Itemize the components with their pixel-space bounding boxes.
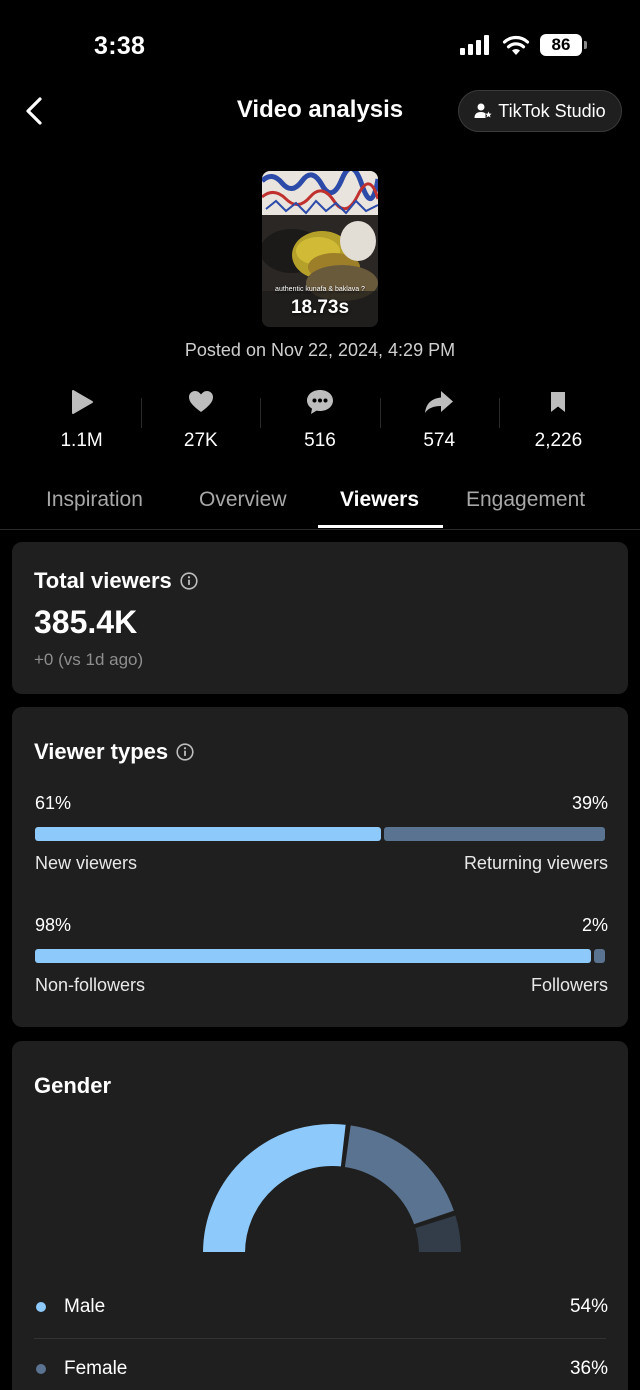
returning-viewers-pct: 39%: [571, 793, 608, 813]
female-label: Female: [64, 1358, 128, 1379]
stat-saves-value: 2,226: [534, 430, 583, 451]
user-star-icon: [474, 103, 492, 118]
signal-icon: [460, 35, 489, 55]
female-color-dot: [36, 1364, 46, 1374]
tiktok-studio-button[interactable]: TikTok Studio: [458, 90, 622, 132]
legend-item-male: Male 54%: [34, 1288, 608, 1328]
gender-slice-male: [200, 1122, 348, 1254]
tab-bar: Inspiration Overview Viewers Engagement: [0, 474, 640, 530]
non-followers-pct: 98%: [35, 915, 72, 935]
gender-donut-chart: [200, 1122, 464, 1254]
total-viewers-label: Total viewers: [34, 568, 172, 593]
gender-card: Gender Male 54% Female 36%: [12, 1041, 628, 1390]
header: Video analysis TikTok Studio: [0, 84, 640, 138]
new-viewers-label: New viewers: [35, 853, 138, 873]
total-viewers-change: +0 (vs 1d ago): [34, 650, 144, 669]
viewer-types-title: Viewer types: [34, 739, 194, 765]
total-viewers-title: Total viewers: [34, 568, 198, 594]
stat-shares: 574: [379, 384, 499, 464]
viewer-split-track: [35, 949, 605, 963]
active-tab-indicator: [318, 525, 443, 528]
studio-button-label: TikTok Studio: [498, 100, 606, 121]
info-icon[interactable]: [176, 743, 194, 761]
tab-overview[interactable]: Overview: [199, 488, 287, 512]
gender-title: Gender: [34, 1073, 112, 1098]
wifi-icon: [502, 35, 530, 55]
new-viewers-pct: 61%: [35, 793, 72, 813]
status-time: 3:38: [94, 32, 146, 60]
female-pct: 36%: [569, 1358, 608, 1379]
followers-bar-segment: [593, 949, 605, 963]
total-viewers-card: Total viewers 385.4K +0 (vs 1d ago): [12, 542, 628, 694]
battery-level: 86: [551, 35, 571, 54]
total-viewers-value: 385.4K: [34, 604, 138, 640]
stat-saves: 2,226: [498, 384, 618, 464]
stats-row: 1.1M 27K 516 574 2,226: [22, 384, 618, 464]
followers-label: Followers: [530, 975, 608, 995]
comment-icon: [307, 390, 333, 414]
male-pct: 54%: [569, 1296, 608, 1317]
returning-viewers-label: Returning viewers: [463, 853, 608, 873]
play-icon: [71, 390, 93, 414]
male-label: Male: [64, 1296, 106, 1317]
stat-views: 1.1M: [22, 384, 141, 464]
viewer-types-card: Viewer types 61% 39% New viewers Returni…: [12, 707, 628, 1027]
info-icon[interactable]: [180, 572, 198, 590]
video-thumbnail[interactable]: authentic kunafa & baklava ? 18.73s: [262, 171, 378, 327]
share-icon: [425, 391, 454, 413]
legend-item-female: Female 36%: [34, 1350, 608, 1390]
stat-comments-value: 516: [304, 430, 336, 451]
video-duration: 18.73s: [290, 297, 350, 318]
stat-views-value: 1.1M: [60, 430, 103, 451]
tab-engagement[interactable]: Engagement: [466, 488, 585, 512]
thumbnail-caption: authentic kunafa & baklava ?: [275, 286, 365, 293]
non-followers-bar-segment: [35, 949, 591, 963]
new-viewers-bar-segment: [35, 827, 381, 841]
stat-likes: 27K: [141, 384, 260, 464]
bookmark-icon: [551, 392, 566, 412]
followers-pct: 2%: [581, 915, 608, 935]
stat-shares-value: 574: [423, 430, 456, 451]
viewer-types-label: Viewer types: [34, 739, 169, 764]
tab-inspiration[interactable]: Inspiration: [46, 488, 143, 512]
stat-likes-value: 27K: [183, 430, 218, 451]
stat-comments: 516: [260, 384, 379, 464]
followers-bar: 98% 2% Non-followers Followers: [35, 915, 608, 997]
new-vs-returning-bar: 61% 39% New viewers Returning viewers: [35, 793, 608, 875]
tab-viewers[interactable]: Viewers: [340, 488, 419, 512]
status-icons: 86: [460, 34, 587, 56]
status-bar: 3:38 86: [0, 0, 640, 90]
battery-indicator: 86: [540, 34, 587, 56]
male-color-dot: [36, 1302, 46, 1312]
returning-viewers-bar-segment: [383, 827, 605, 841]
heart-icon: [188, 391, 213, 412]
posted-date: Posted on Nov 22, 2024, 4:29 PM: [184, 340, 456, 360]
gender-slice-female: [342, 1123, 457, 1227]
non-followers-label: Non-followers: [35, 975, 146, 995]
viewer-split-track: [35, 827, 605, 841]
legend-divider: [34, 1338, 606, 1339]
